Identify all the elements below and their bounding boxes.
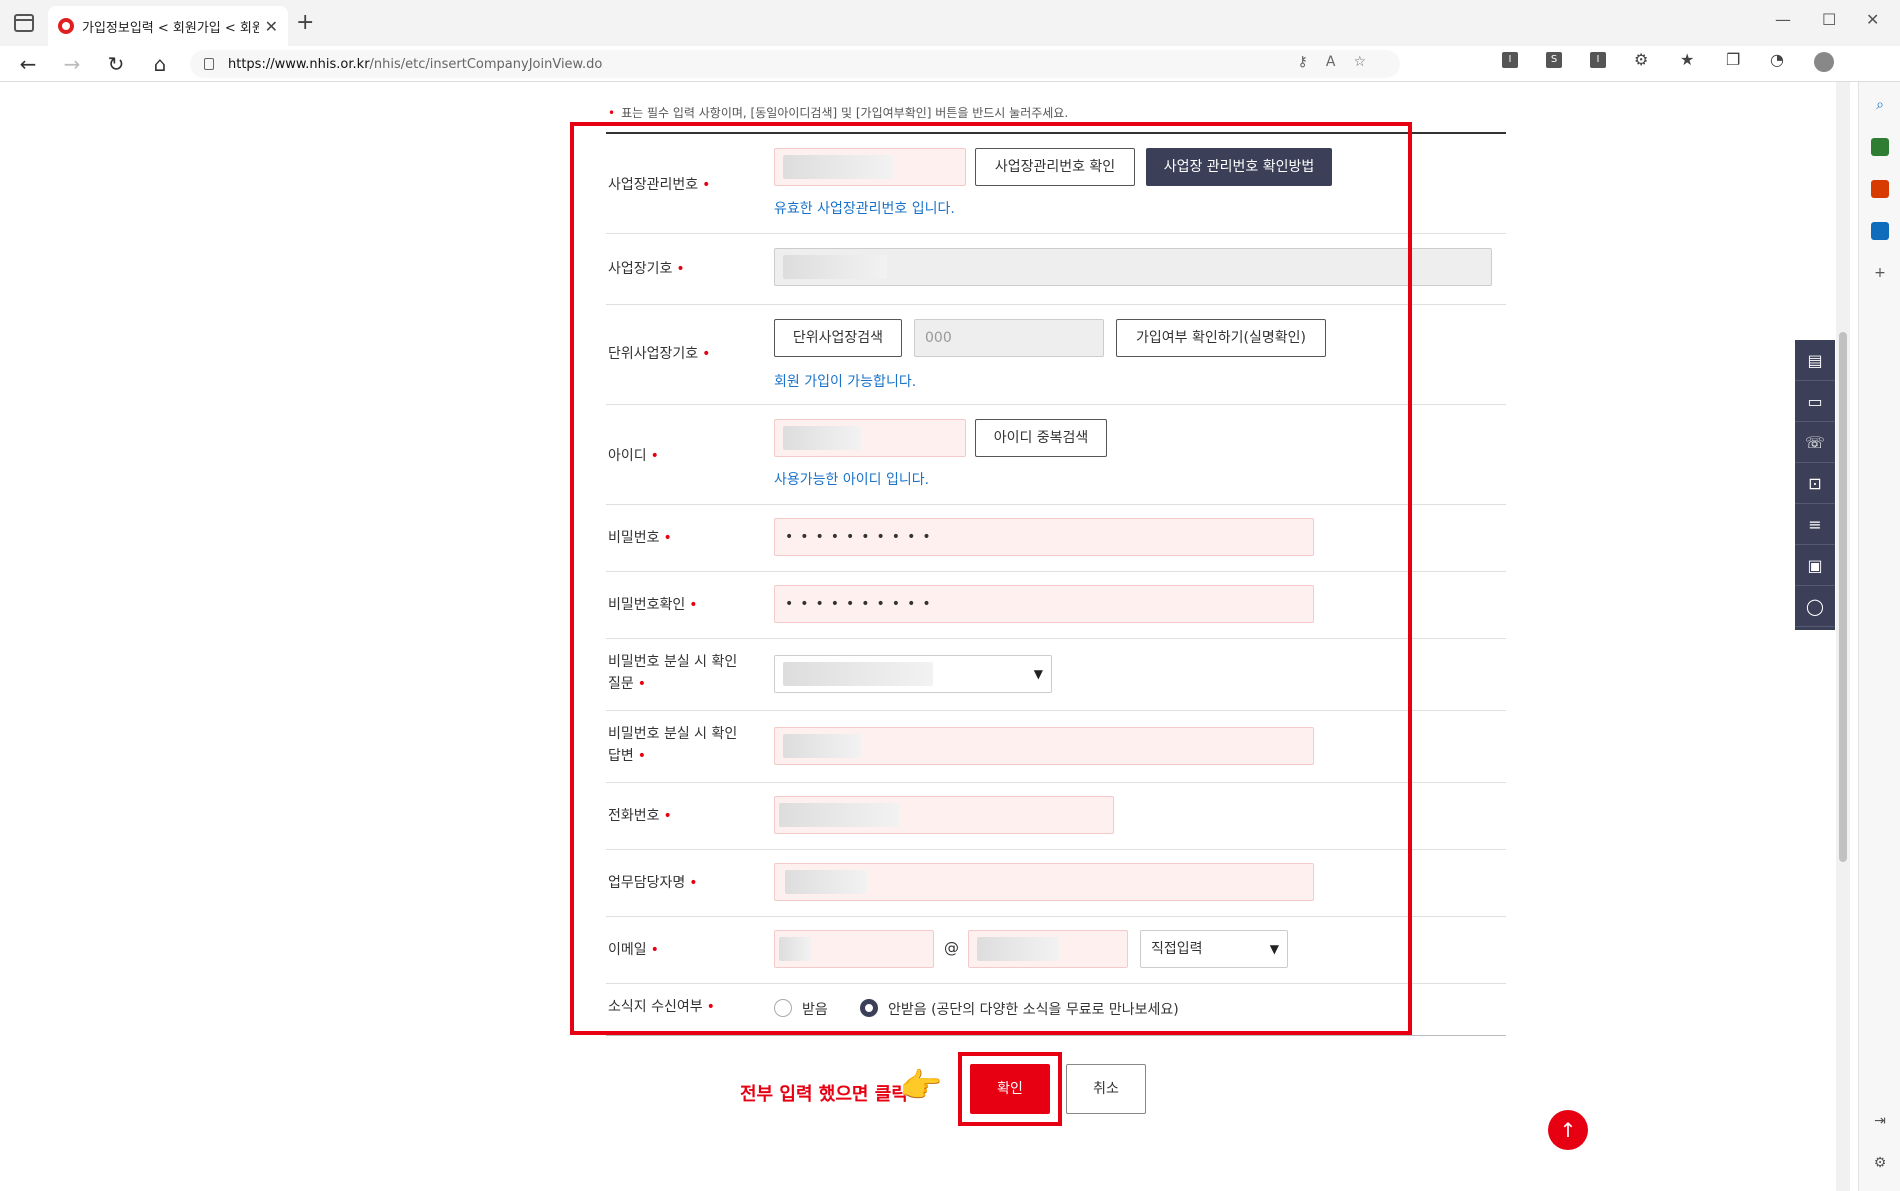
lock-icon: [204, 58, 214, 70]
favorites-icon[interactable]: ★: [1680, 50, 1694, 69]
search-icon[interactable]: ⌕: [1871, 96, 1889, 114]
settings-gear-icon[interactable]: ⚙: [1871, 1154, 1889, 1172]
quick-menu-cards-icon[interactable]: ▣: [1795, 545, 1835, 586]
url-path: /nhis/etc/insertCompanyJoinView.do: [369, 56, 603, 72]
extensions-puzzle-icon[interactable]: ⚙: [1634, 50, 1648, 69]
quick-menu-chat-icon[interactable]: ◯: [1795, 586, 1835, 627]
performance-icon[interactable]: ◔: [1770, 50, 1784, 69]
required-notice: • 표는 필수 입력 사항이며, [동일아이디검색] 및 [가입여부확인] 버튼을…: [608, 104, 1068, 121]
maximize-icon[interactable]: ☐: [1822, 10, 1836, 29]
quick-menu: ▤ ▭ ☏ ⊡ ≡ ▣ ◯: [1795, 340, 1835, 630]
address-bar-icons[interactable]: ⚷A☆: [1298, 54, 1384, 70]
new-tab-button[interactable]: +: [296, 10, 314, 35]
quick-menu-lock-icon[interactable]: ⊡: [1795, 463, 1835, 504]
quick-menu-list-icon[interactable]: ≡: [1795, 504, 1835, 545]
collections-icon[interactable]: ❐: [1726, 50, 1740, 69]
address-bar-row: ← → ↻ ⌂ https://www.nhis.or.kr/nhis/etc/…: [0, 46, 1900, 82]
minimize-icon[interactable]: —: [1775, 10, 1791, 29]
notice-text: 표는 필수 입력 사항이며, [동일아이디검색] 및 [가입여부확인] 버튼을 …: [621, 106, 1069, 120]
browser-tab[interactable]: 가입정보입력 < 회원가입 < 회원 ✕: [48, 6, 288, 46]
forward-icon[interactable]: →: [60, 52, 84, 76]
home-icon[interactable]: ⌂: [148, 52, 172, 76]
confirm-button[interactable]: 확인: [970, 1064, 1050, 1114]
close-window-icon[interactable]: ✕: [1866, 10, 1879, 29]
required-dot-icon: •: [608, 106, 616, 120]
page-scrollbar[interactable]: [1836, 82, 1850, 1191]
quick-menu-monitor-icon[interactable]: ▭: [1795, 381, 1835, 422]
url-field[interactable]: https://www.nhis.or.kr/nhis/etc/insertCo…: [190, 50, 1400, 78]
extension-icon[interactable]: S: [1546, 52, 1562, 68]
tab-title: 가입정보입력 < 회원가입 < 회원: [82, 20, 259, 36]
profile-avatar[interactable]: [1814, 52, 1834, 72]
quick-menu-document-icon[interactable]: ▤: [1795, 340, 1835, 381]
scrollbar-thumb[interactable]: [1839, 332, 1847, 862]
browser-tab-bar: 가입정보입력 < 회원가입 < 회원 ✕ + — ☐ ✕: [0, 0, 1900, 46]
close-tab-icon[interactable]: ✕: [265, 17, 278, 36]
site-favicon-icon: [58, 18, 74, 34]
annotation-text: 전부 입력 했으면 클릭: [740, 1084, 908, 1105]
tab-actions-icon[interactable]: [14, 14, 34, 32]
office-icon[interactable]: [1871, 180, 1889, 198]
sidebar-toggle-icon[interactable]: ⇥: [1871, 1112, 1889, 1130]
page-content: • 표는 필수 입력 사항이며, [동일아이디검색] 및 [가입여부확인] 버튼을…: [0, 82, 1836, 1191]
pointing-hand-icon: 👉: [900, 1066, 943, 1106]
form-highlight-box: [570, 122, 1412, 1035]
cancel-button[interactable]: 취소: [1066, 1064, 1146, 1114]
back-icon[interactable]: ←: [16, 52, 40, 76]
url-host: https://www.nhis.or.kr: [228, 56, 370, 72]
refresh-icon[interactable]: ↻: [104, 52, 128, 76]
add-icon[interactable]: +: [1871, 264, 1889, 282]
outlook-icon[interactable]: [1871, 222, 1889, 240]
extension-icon[interactable]: I: [1590, 52, 1606, 68]
scroll-to-top-button[interactable]: ↑: [1548, 1110, 1588, 1150]
quick-menu-phone-icon[interactable]: ☏: [1795, 422, 1835, 463]
extension-icon[interactable]: I: [1502, 52, 1518, 68]
browser-sidebar: ⌕ + ⇥ ⚙: [1858, 82, 1900, 1191]
shopping-icon[interactable]: [1871, 138, 1889, 156]
